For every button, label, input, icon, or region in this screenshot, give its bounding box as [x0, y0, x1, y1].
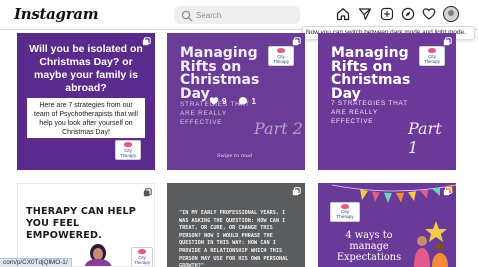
post-heading: 4 ways to manage Expectations: [336, 230, 402, 263]
carousel-icon: [443, 37, 452, 46]
post-tile-quote[interactable]: "IN MY EARLY PROFESSIONAL YEARS, I WAS A…: [167, 183, 305, 267]
comment-bubble-icon: [238, 96, 248, 106]
comments-count: 1: [251, 96, 256, 106]
people-illustration: [414, 221, 448, 267]
part-label: Part 2: [254, 119, 303, 138]
woman-illustration: [84, 244, 112, 266]
carousel-icon: [292, 37, 301, 46]
hover-stats-overlay: 9 1: [209, 96, 256, 106]
post-heading: Will you be isolated on Christmas Day? o…: [29, 43, 143, 94]
search-input[interactable]: [196, 6, 296, 24]
post-tile-managing-rifts-part-2[interactable]: City Therapy Managing Rifts on Christmas…: [167, 33, 305, 170]
profile-avatar[interactable]: [443, 6, 459, 22]
post-quote: "IN MY EARLY PROFESSIONAL YEARS, I WAS A…: [179, 210, 289, 267]
post-heading: THERAPY CAN HELP YOU FEEL EMPOWERED.: [26, 206, 137, 241]
new-post-icon[interactable]: [380, 7, 394, 21]
heart-filled-icon: [209, 96, 219, 106]
part-label: Part 1: [408, 119, 442, 157]
carousel-icon: [443, 187, 452, 196]
likes-stat: 9: [209, 96, 226, 106]
post-tile-therapy-empowered[interactable]: THERAPY CAN HELP YOU FEEL EMPOWERED. Cit…: [17, 183, 155, 267]
link-preview-url: com/p/CX0TdjQlMO-1/: [0, 258, 72, 267]
city-therapy-logo: City Therapy: [268, 46, 294, 66]
post-tile-manage-expectations[interactable]: City Therapy 4 ways to manage Expectatio…: [318, 183, 456, 267]
post-tile-isolated-christmas[interactable]: Will you be isolated on Christmas Day? o…: [17, 33, 155, 170]
post-signature: Swipe to read: [217, 153, 253, 159]
carousel-icon: [143, 188, 152, 197]
post-title: Managing Rifts on Christmas Day: [331, 45, 411, 102]
search-box[interactable]: [174, 6, 300, 24]
explore-compass-icon[interactable]: [401, 7, 415, 21]
paper-plane-icon[interactable]: [358, 7, 372, 21]
likes-count: 9: [222, 96, 227, 106]
post-body-text: Here are 7 strategies from our team of P…: [27, 98, 145, 138]
post-title: Managing Rifts on Christmas Day: [180, 45, 260, 102]
home-icon[interactable]: [336, 7, 350, 21]
instagram-logo[interactable]: Instagram: [14, 5, 99, 23]
post-subtitle-line: EFFECTIVE: [180, 119, 223, 126]
city-therapy-logo: City Therapy: [131, 247, 153, 266]
post-subtitle-line: EFFECTIVE: [331, 118, 374, 125]
comments-stat: 1: [238, 96, 256, 106]
city-therapy-logo: City Therapy: [330, 202, 360, 222]
city-therapy-logo: City Therapy: [115, 140, 141, 160]
heart-icon[interactable]: [422, 7, 436, 21]
city-therapy-logo: City Therapy: [419, 46, 445, 66]
post-tile-managing-rifts-part-1[interactable]: City Therapy Managing Rifts on Christmas…: [318, 33, 456, 170]
search-icon: [181, 9, 193, 22]
carousel-icon: [292, 187, 301, 196]
